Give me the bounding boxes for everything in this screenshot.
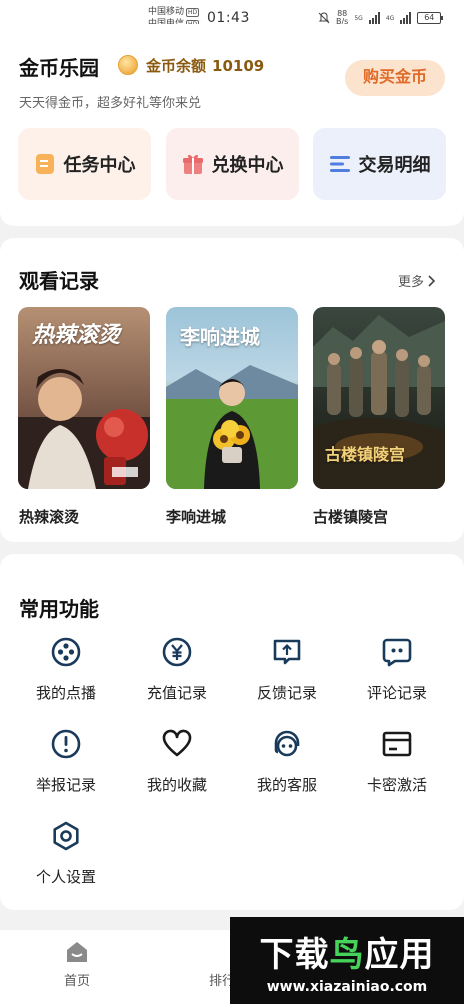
tab-home[interactable]: 首页 bbox=[47, 940, 107, 989]
sig2-label: 4G bbox=[385, 14, 395, 22]
chevron-right-icon bbox=[428, 274, 436, 287]
func-report-record[interactable]: 举报记录 bbox=[16, 728, 116, 795]
sig1-label: 5G bbox=[354, 14, 363, 22]
task-icon bbox=[35, 154, 54, 174]
mute-bell-icon bbox=[318, 12, 330, 24]
more-label: 更多 bbox=[398, 275, 425, 290]
watermark-title-c: 应用 bbox=[364, 935, 435, 975]
yuan-coin-icon bbox=[162, 637, 192, 667]
func-label: 我的点播 bbox=[35, 684, 96, 702]
exchange-center-button[interactable]: 兑换中心 bbox=[166, 128, 299, 200]
watch-history-title: 观看记录 bbox=[19, 269, 99, 293]
carrier-1: 中国移动 bbox=[148, 7, 185, 17]
func-label: 卡密激活 bbox=[366, 776, 427, 794]
watermark-title: 下载鸟应用 bbox=[230, 927, 464, 976]
home-icon bbox=[67, 942, 87, 962]
poster-1[interactable]: 热辣滚烫 bbox=[18, 307, 150, 489]
func-feedback-record[interactable]: 反馈记录 bbox=[237, 636, 337, 703]
coin-icon bbox=[118, 55, 138, 75]
gift-icon bbox=[182, 154, 203, 174]
watermark-title-a: 下载 bbox=[259, 935, 330, 975]
func-recharge-record[interactable]: 充值记录 bbox=[127, 636, 227, 703]
functions-title: 常用功能 bbox=[19, 597, 99, 621]
headset-icon bbox=[274, 730, 300, 757]
balance-label: 金币余额 bbox=[146, 57, 207, 75]
poster-2-title: 李响进城 bbox=[180, 325, 260, 349]
report-icon bbox=[51, 729, 81, 759]
card-icon bbox=[382, 731, 412, 757]
watermark-title-b: 鸟 bbox=[329, 935, 365, 975]
battery-icon: 64 bbox=[417, 12, 444, 24]
func-label: 个人设置 bbox=[35, 868, 96, 886]
tab-home-label: 首页 bbox=[63, 974, 90, 989]
settings-icon bbox=[53, 821, 79, 851]
func-label: 我的客服 bbox=[256, 776, 317, 794]
func-personal-settings[interactable]: 个人设置 bbox=[16, 820, 116, 887]
watermark-logo: 下载鸟应用 www.xiazainiao.com bbox=[230, 917, 464, 1004]
signal-icon bbox=[368, 12, 380, 24]
more-link[interactable]: 更多 bbox=[398, 271, 436, 290]
page-title: 金币乐园 bbox=[19, 56, 99, 80]
func-my-vod[interactable]: 我的点播 bbox=[16, 636, 116, 703]
func-my-favorites[interactable]: 我的收藏 bbox=[127, 728, 227, 795]
film-reel-icon bbox=[51, 637, 81, 667]
func-label: 反馈记录 bbox=[256, 684, 317, 702]
feedback-icon bbox=[273, 639, 301, 665]
func-card-activation[interactable]: 卡密激活 bbox=[347, 728, 447, 795]
func-label: 充值记录 bbox=[146, 684, 207, 702]
watermark-url: www.xiazainiao.com bbox=[266, 979, 428, 995]
quick-action-label: 交易明细 bbox=[358, 155, 431, 176]
func-customer-service[interactable]: 我的客服 bbox=[237, 728, 337, 795]
func-label: 我的收藏 bbox=[146, 776, 207, 794]
coin-balance: 金币余额 10109 bbox=[146, 55, 264, 76]
watch-history-card: 观看记录 更多 热辣滚烫 李响进城 古楼镇陵宫 热辣滚烫 李响进城 古楼镇陵宫 bbox=[0, 238, 464, 542]
common-functions-card: 常用功能 我的点播 充值记录 反馈记录 评论记录 举报记录 我的收藏 我的客服 … bbox=[0, 554, 464, 910]
func-label: 评论记录 bbox=[366, 684, 427, 702]
watch-item-title[interactable]: 李响进城 bbox=[166, 506, 226, 527]
status-bar: 中国移动HD 中国电信HD 01:43 88B/s 5G 4G 64 bbox=[0, 0, 464, 29]
poster-1-title: 热辣滚烫 bbox=[32, 323, 121, 348]
transaction-detail-button[interactable]: 交易明细 bbox=[313, 128, 446, 200]
func-label: 举报记录 bbox=[35, 776, 96, 794]
quick-action-label: 兑换中心 bbox=[211, 155, 284, 176]
subtitle: 天天得金币，超多好礼等你来兑 bbox=[19, 96, 202, 111]
task-center-button[interactable]: 任务中心 bbox=[18, 128, 151, 200]
poster-2[interactable]: 李响进城 bbox=[166, 307, 298, 489]
comment-icon bbox=[382, 638, 412, 667]
buy-coins-button[interactable]: 购买金币 bbox=[345, 60, 445, 96]
poster-3-title: 古楼镇陵宫 bbox=[325, 445, 406, 464]
poster-3[interactable]: 古楼镇陵宫 bbox=[313, 307, 445, 489]
quick-action-label: 任务中心 bbox=[63, 155, 136, 176]
watch-item-title[interactable]: 热辣滚烫 bbox=[19, 506, 79, 527]
heart-icon bbox=[162, 729, 192, 757]
list-icon bbox=[329, 156, 350, 172]
func-comment-record[interactable]: 评论记录 bbox=[347, 636, 447, 703]
watch-item-title[interactable]: 古楼镇陵宫 bbox=[313, 506, 388, 527]
coin-header-card: 金币乐园 金币余额 10109 购买金币 天天得金币，超多好礼等你来兑 任务中心 … bbox=[0, 24, 464, 226]
signal-icon bbox=[400, 12, 412, 24]
balance-value: 10109 bbox=[212, 57, 265, 75]
hd-badge: HD bbox=[186, 7, 200, 17]
